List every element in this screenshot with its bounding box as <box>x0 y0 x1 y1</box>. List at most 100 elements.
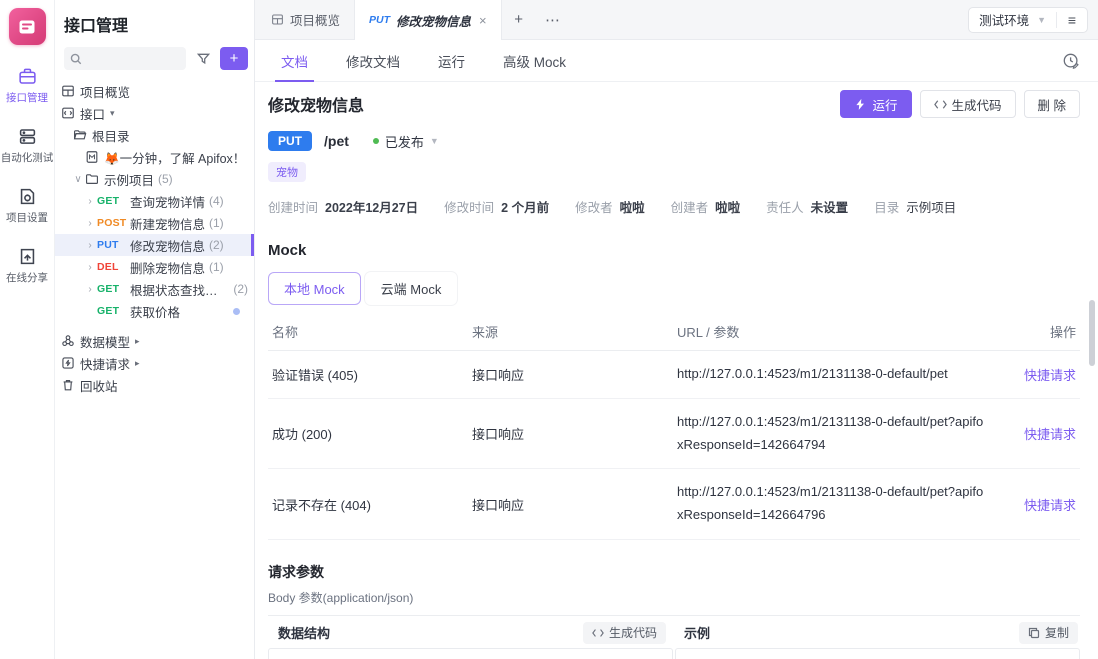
quick-request-link[interactable]: 快捷请求 <box>1024 498 1076 513</box>
rail-item-project-settings[interactable]: 项目设置 <box>1 187 54 225</box>
meta-label: 目录 <box>874 197 899 216</box>
schema-generate-code-button[interactable]: 生成代码 <box>583 622 666 644</box>
copy-example-button[interactable]: 复制 <box>1019 622 1078 644</box>
caret-icon: ▸ <box>135 358 140 369</box>
tree-item[interactable]: ›PUT修改宠物信息(2) <box>55 234 254 256</box>
sidebar-title: 接口管理 <box>55 0 254 36</box>
doc-tab[interactable]: 高级 Mock <box>503 40 566 82</box>
sidebar-controls: + <box>55 36 254 78</box>
api-icon <box>61 106 75 120</box>
http-method-label: GET <box>97 195 130 207</box>
status-dot <box>373 138 379 144</box>
trash-icon <box>61 378 75 392</box>
rail-item-auto-test[interactable]: 自动化测试 <box>1 127 54 165</box>
endpoint-doc-content: 修改宠物信息 运行 生成代码 删 除 PUT <box>255 82 1098 659</box>
tree-item-label: 快捷请求 <box>80 354 130 373</box>
expand-arrow-icon[interactable]: › <box>85 262 95 273</box>
app-logo[interactable] <box>9 8 46 45</box>
delete-button[interactable]: 删 除 <box>1024 90 1080 118</box>
tree-item[interactable]: 🦊一分钟，了解 Apifox！ <box>55 146 254 168</box>
run-button[interactable]: 运行 <box>840 90 911 118</box>
expand-arrow-icon[interactable]: › <box>85 240 95 251</box>
mock-table-header: 名称 <box>268 313 468 351</box>
mock-url: http://127.0.0.1:4523/m1/2131138-0-defau… <box>673 398 1000 469</box>
rail-item-label: 在线分享 <box>6 270 48 285</box>
tree-item[interactable]: 根目录 <box>55 124 254 146</box>
online-share-icon <box>18 247 37 266</box>
schema-body: object{0} <box>268 648 673 659</box>
tree-item[interactable]: 接口▾ <box>55 102 254 124</box>
vertical-scrollbar[interactable] <box>1089 300 1095 366</box>
history-icon[interactable] <box>1062 52 1080 70</box>
meta-value: 啦啦 <box>620 197 645 216</box>
tree-item[interactable]: 数据模型▸ <box>55 330 254 352</box>
generate-code-button[interactable]: 生成代码 <box>920 90 1016 118</box>
more-tabs-button[interactable]: ⋯ <box>536 0 570 39</box>
grid-icon <box>61 84 75 98</box>
mock-table-row: 记录不存在 (404)接口响应http://127.0.0.1:4523/m1/… <box>268 469 1080 540</box>
meta-label: 修改时间 <box>444 197 494 216</box>
env-menu-icon[interactable]: ≡ <box>1057 12 1087 28</box>
tree-item[interactable]: ∨示例项目(5) <box>55 168 254 190</box>
top-tab[interactable]: 项目概览 <box>257 0 354 39</box>
tree-item[interactable]: 项目概览 <box>55 80 254 102</box>
copy-icon <box>1028 627 1040 639</box>
auto-test-icon <box>18 127 37 146</box>
tree-item-label: 根目录 <box>92 126 130 145</box>
quick-request-link[interactable]: 快捷请求 <box>1024 368 1076 383</box>
expand-arrow-icon[interactable]: ∨ <box>73 174 83 185</box>
environment-group: 测试环境 ▼ ≡ <box>968 7 1088 33</box>
tree-item[interactable]: ›POST新建宠物信息(1) <box>55 212 254 234</box>
filter-icon[interactable] <box>192 48 214 70</box>
mock-source: 接口响应 <box>468 398 673 469</box>
tree-item[interactable]: ›DEL删除宠物信息(1) <box>55 256 254 278</box>
meta-item: 目录示例项目 <box>874 197 956 216</box>
tab-label: 项目概览 <box>290 10 340 29</box>
tree-item-count: (4) <box>209 194 224 208</box>
top-tab[interactable]: PUT修改宠物信息× <box>354 0 502 40</box>
status-selector[interactable]: 已发布 ▼ <box>373 132 439 151</box>
mock-table: 名称来源URL / 参数操作 验证错误 (405)接口响应http://127.… <box>268 313 1080 540</box>
quick-request-link[interactable]: 快捷请求 <box>1024 427 1076 442</box>
new-tab-button[interactable]: + <box>502 0 536 39</box>
environment-selector[interactable]: 测试环境 ▼ <box>969 10 1056 29</box>
mock-name: 验证错误 (405) <box>268 351 468 399</box>
tree-item-label: 项目概览 <box>80 82 130 101</box>
http-method-label: GET <box>97 305 130 317</box>
tree-item-label: 接口 <box>80 104 105 123</box>
endpoint-title: 修改宠物信息 <box>268 92 364 116</box>
tree-item[interactable]: 快捷请求 ▸ <box>55 352 254 374</box>
doc-tab[interactable]: 运行 <box>438 40 465 82</box>
tree-item[interactable]: GET获取价格 <box>55 300 254 322</box>
mock-tab[interactable]: 云端 Mock <box>365 272 458 305</box>
doc-tab[interactable]: 文档 <box>281 40 308 82</box>
search-input[interactable] <box>86 52 180 66</box>
rail-item-label: 自动化测试 <box>1 150 54 165</box>
mock-tab[interactable]: 本地 Mock <box>268 272 361 305</box>
expand-arrow-icon[interactable]: › <box>85 218 95 229</box>
expand-arrow-icon[interactable]: › <box>85 284 95 295</box>
tree-item-label: 获取价格 <box>130 302 180 321</box>
close-icon[interactable]: × <box>479 13 487 28</box>
doc-tab[interactable]: 修改文档 <box>346 40 400 82</box>
rail-item-api-manage[interactable]: 接口管理 <box>1 67 54 105</box>
tree-item[interactable]: ›GET根据状态查找宠物列...(2) <box>55 278 254 300</box>
tree-item[interactable]: ›GET查询宠物详情(4) <box>55 190 254 212</box>
sidebar: 接口管理 + 项目概览接口▾ 根目录🦊一分钟，了解 Apifox！∨示例项目(5)… <box>55 0 255 659</box>
tree-item-count: (1) <box>209 216 224 230</box>
meta-label: 创建者 <box>671 197 709 216</box>
endpoint-tag: 宠物 <box>268 162 306 182</box>
rail-item-online-share[interactable]: 在线分享 <box>1 247 54 285</box>
tree-item[interactable]: 回收站 <box>55 374 254 396</box>
tree-item-count: (5) <box>158 172 173 186</box>
expand-arrow-icon[interactable]: › <box>85 196 95 207</box>
mock-tabs: 本地 Mock云端 Mock <box>268 272 1080 305</box>
endpoint-actions: 运行 生成代码 删 除 <box>840 90 1080 118</box>
http-method-label: DEL <box>97 261 130 273</box>
tab-label: 修改宠物信息 <box>396 11 471 30</box>
endpoint-meta: 创建时间2022年12月27日修改时间2 个月前修改者啦啦创建者啦啦责任人未设置… <box>268 197 1080 216</box>
example-body: ▶ {} <box>675 648 1080 659</box>
add-api-button[interactable]: + <box>220 47 248 70</box>
search-box[interactable] <box>64 47 186 70</box>
mock-source: 接口响应 <box>468 469 673 540</box>
